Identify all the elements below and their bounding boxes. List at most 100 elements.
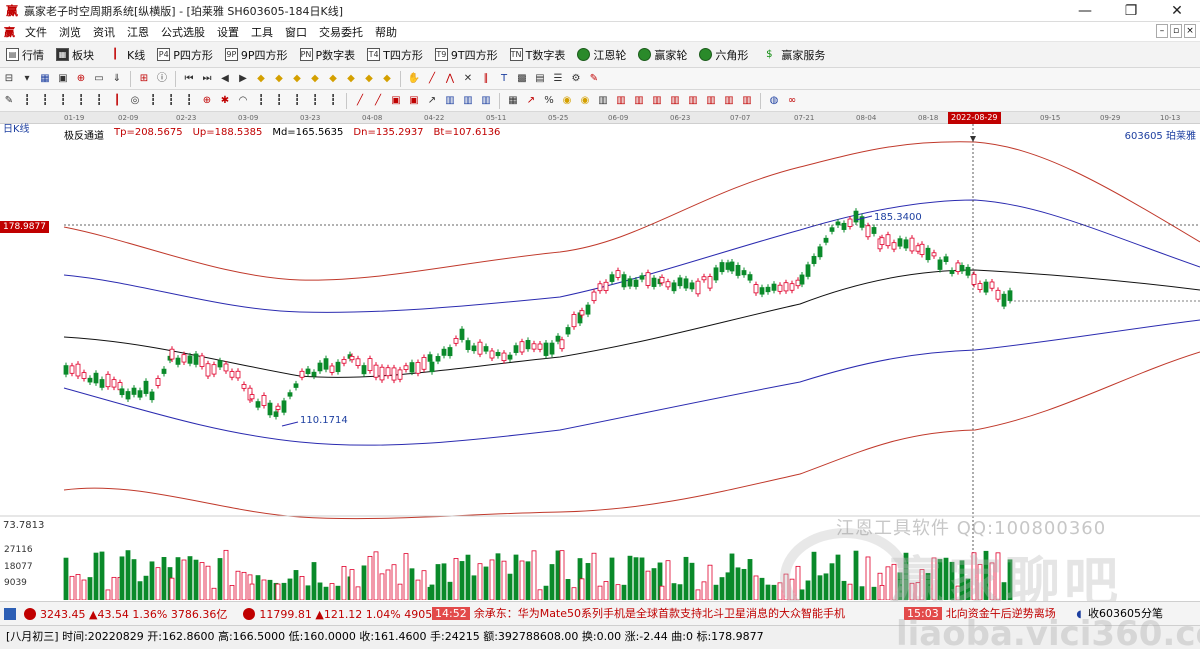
bars-icon[interactable]: ▥ bbox=[614, 94, 628, 108]
menu-window[interactable]: 窗口 bbox=[279, 24, 313, 40]
bars-icon[interactable]: ┇ bbox=[326, 94, 340, 108]
parallel-icon[interactable]: ∥ bbox=[479, 72, 493, 86]
line-tool-icon[interactable]: ╱ bbox=[425, 72, 439, 86]
toolbar-sector-button[interactable]: ▦ 板块 bbox=[50, 44, 100, 66]
fan-icon[interactable]: ╱ bbox=[371, 94, 385, 108]
edit-icon[interactable]: ✎ bbox=[587, 72, 601, 86]
last-bar-icon[interactable]: ⏭ bbox=[200, 72, 214, 86]
menu-gann[interactable]: 江恩 bbox=[121, 24, 155, 40]
frame-icon[interactable]: ▣ bbox=[56, 72, 70, 86]
bars-icon[interactable]: ▥ bbox=[722, 94, 736, 108]
mdi-restore-button[interactable]: ▫ bbox=[1170, 24, 1182, 38]
bars-icon[interactable]: ┇ bbox=[146, 94, 160, 108]
bars-icon[interactable]: ▥ bbox=[668, 94, 682, 108]
bars-icon[interactable]: ┇ bbox=[38, 94, 52, 108]
bars-icon[interactable]: ┇ bbox=[254, 94, 268, 108]
bars-icon[interactable]: ┇ bbox=[20, 94, 34, 108]
bars-icon[interactable]: ┇ bbox=[308, 94, 322, 108]
gear-icon[interactable]: ⚙ bbox=[569, 72, 583, 86]
diamond-icon[interactable]: ◆ bbox=[344, 72, 358, 86]
infinity-icon[interactable]: ∞ bbox=[785, 94, 799, 108]
diamond-icon[interactable]: ◆ bbox=[272, 72, 286, 86]
circle-icon[interactable]: ◎ bbox=[128, 94, 142, 108]
calc-icon[interactable]: ▩ bbox=[515, 72, 529, 86]
toolbar-quotes-button[interactable]: ▤ 行情 bbox=[0, 44, 50, 66]
bars-icon[interactable]: ┇ bbox=[164, 94, 178, 108]
box-icon[interactable]: ▣ bbox=[407, 94, 421, 108]
bars-icon[interactable]: ▥ bbox=[650, 94, 664, 108]
menu-tools[interactable]: 工具 bbox=[245, 24, 279, 40]
diamond-icon[interactable]: ◆ bbox=[326, 72, 340, 86]
news-ticker-1[interactable]: 14:52 余承东：华为Mate50系列手机是全球首款支持北斗卫星消息的大众智能手… bbox=[432, 605, 902, 623]
diamond-icon[interactable]: ◆ bbox=[308, 72, 322, 86]
cross-icon[interactable]: ✕ bbox=[461, 72, 475, 86]
mdi-minimize-button[interactable]: – bbox=[1156, 24, 1168, 38]
bars-icon[interactable]: ▥ bbox=[461, 94, 475, 108]
diamond-icon[interactable]: ◆ bbox=[362, 72, 376, 86]
bars-icon[interactable]: ▥ bbox=[704, 94, 718, 108]
arrow-down-icon[interactable]: ⇓ bbox=[110, 72, 124, 86]
first-bar-icon[interactable]: ⏮ bbox=[182, 72, 196, 86]
menu-formula[interactable]: 公式选股 bbox=[155, 24, 211, 40]
index-menu-icon[interactable] bbox=[4, 607, 16, 620]
toolbar-kline-button[interactable]: ┃ K线 bbox=[100, 44, 151, 66]
toolbar-t4-button[interactable]: T4 T四方形 bbox=[361, 44, 429, 66]
bars-icon[interactable]: ┇ bbox=[272, 94, 286, 108]
bars-icon[interactable]: ▥ bbox=[443, 94, 457, 108]
grid-toggle-icon[interactable]: ⊞ bbox=[137, 72, 151, 86]
toolbar-tn-button[interactable]: TN T数字表 bbox=[504, 44, 572, 66]
toolbar-9p-button[interactable]: 9P 9P四方形 bbox=[219, 44, 294, 66]
percent-icon[interactable]: % bbox=[542, 94, 556, 108]
bars-icon[interactable]: ┇ bbox=[290, 94, 304, 108]
diamond-icon[interactable]: ◆ bbox=[254, 72, 268, 86]
toolbar-winner-wheel-button[interactable]: 赢家轮 bbox=[632, 44, 693, 66]
bars-icon[interactable]: ┇ bbox=[92, 94, 106, 108]
grid-icon[interactable]: ▦ bbox=[38, 72, 52, 86]
toolbar-p4-button[interactable]: P4 P四方形 bbox=[151, 44, 219, 66]
zoom-icon[interactable]: ⊕ bbox=[74, 72, 88, 86]
toolbar-gann-wheel-button[interactable]: 江恩轮 bbox=[571, 44, 632, 66]
table-icon[interactable]: ▤ bbox=[533, 72, 547, 86]
candle-tool-icon[interactable]: ┃ bbox=[110, 94, 124, 108]
box-icon[interactable]: ▣ bbox=[389, 94, 403, 108]
trend-icon[interactable]: ↗ bbox=[425, 94, 439, 108]
menu-help[interactable]: 帮助 bbox=[369, 24, 403, 40]
close-button[interactable]: ✕ bbox=[1154, 0, 1200, 22]
fan-icon[interactable]: ╱ bbox=[353, 94, 367, 108]
zigzag-icon[interactable]: ⋀ bbox=[443, 72, 457, 86]
dropdown-icon[interactable]: ▾ bbox=[20, 72, 34, 86]
save-icon[interactable]: ▭ bbox=[92, 72, 106, 86]
hand-icon[interactable]: ✋ bbox=[407, 72, 421, 86]
text-tool-icon[interactable]: T bbox=[497, 72, 511, 86]
minimize-button[interactable]: — bbox=[1062, 0, 1108, 22]
toolbar-service-button[interactable]: $ 赢家服务 bbox=[754, 44, 831, 66]
trend-icon[interactable]: ↗ bbox=[524, 94, 538, 108]
pen-icon[interactable]: ✎ bbox=[2, 94, 16, 108]
diamond-icon[interactable]: ◆ bbox=[290, 72, 304, 86]
menu-browse[interactable]: 浏览 bbox=[53, 24, 87, 40]
globe-icon[interactable]: ◍ bbox=[767, 94, 781, 108]
bars-icon[interactable]: ┇ bbox=[74, 94, 88, 108]
toolbar-9t-button[interactable]: T9 9T四方形 bbox=[429, 44, 504, 66]
bars-icon[interactable]: ┇ bbox=[56, 94, 70, 108]
menu-trade[interactable]: 交易委托 bbox=[313, 24, 369, 40]
arc-icon[interactable]: ◠ bbox=[236, 94, 250, 108]
toolbar-pn-button[interactable]: PN P数字表 bbox=[294, 44, 362, 66]
target-icon[interactable]: ⊕ bbox=[200, 94, 214, 108]
info-icon[interactable]: ⓘ bbox=[155, 72, 169, 86]
grid-icon[interactable]: ▦ bbox=[506, 94, 520, 108]
star-icon[interactable]: ✱ bbox=[218, 94, 232, 108]
menu-news[interactable]: 资讯 bbox=[87, 24, 121, 40]
diamond-icon[interactable]: ◆ bbox=[380, 72, 394, 86]
mdi-close-button[interactable]: × bbox=[1184, 24, 1196, 38]
bars-icon[interactable]: ┇ bbox=[182, 94, 196, 108]
menu-file[interactable]: 文件 bbox=[19, 24, 53, 40]
bars-icon[interactable]: ▥ bbox=[596, 94, 610, 108]
toolbar-hexagon-button[interactable]: 六角形 bbox=[693, 44, 754, 66]
bars-icon[interactable]: ▥ bbox=[479, 94, 493, 108]
circle-icon[interactable]: ◉ bbox=[578, 94, 592, 108]
bars-icon[interactable]: ▥ bbox=[632, 94, 646, 108]
circle-icon[interactable]: ◉ bbox=[560, 94, 574, 108]
sh-index[interactable]: 3243.45 ▲43.54 1.36% 3786.36亿 bbox=[16, 606, 235, 622]
list-icon[interactable]: ☰ bbox=[551, 72, 565, 86]
